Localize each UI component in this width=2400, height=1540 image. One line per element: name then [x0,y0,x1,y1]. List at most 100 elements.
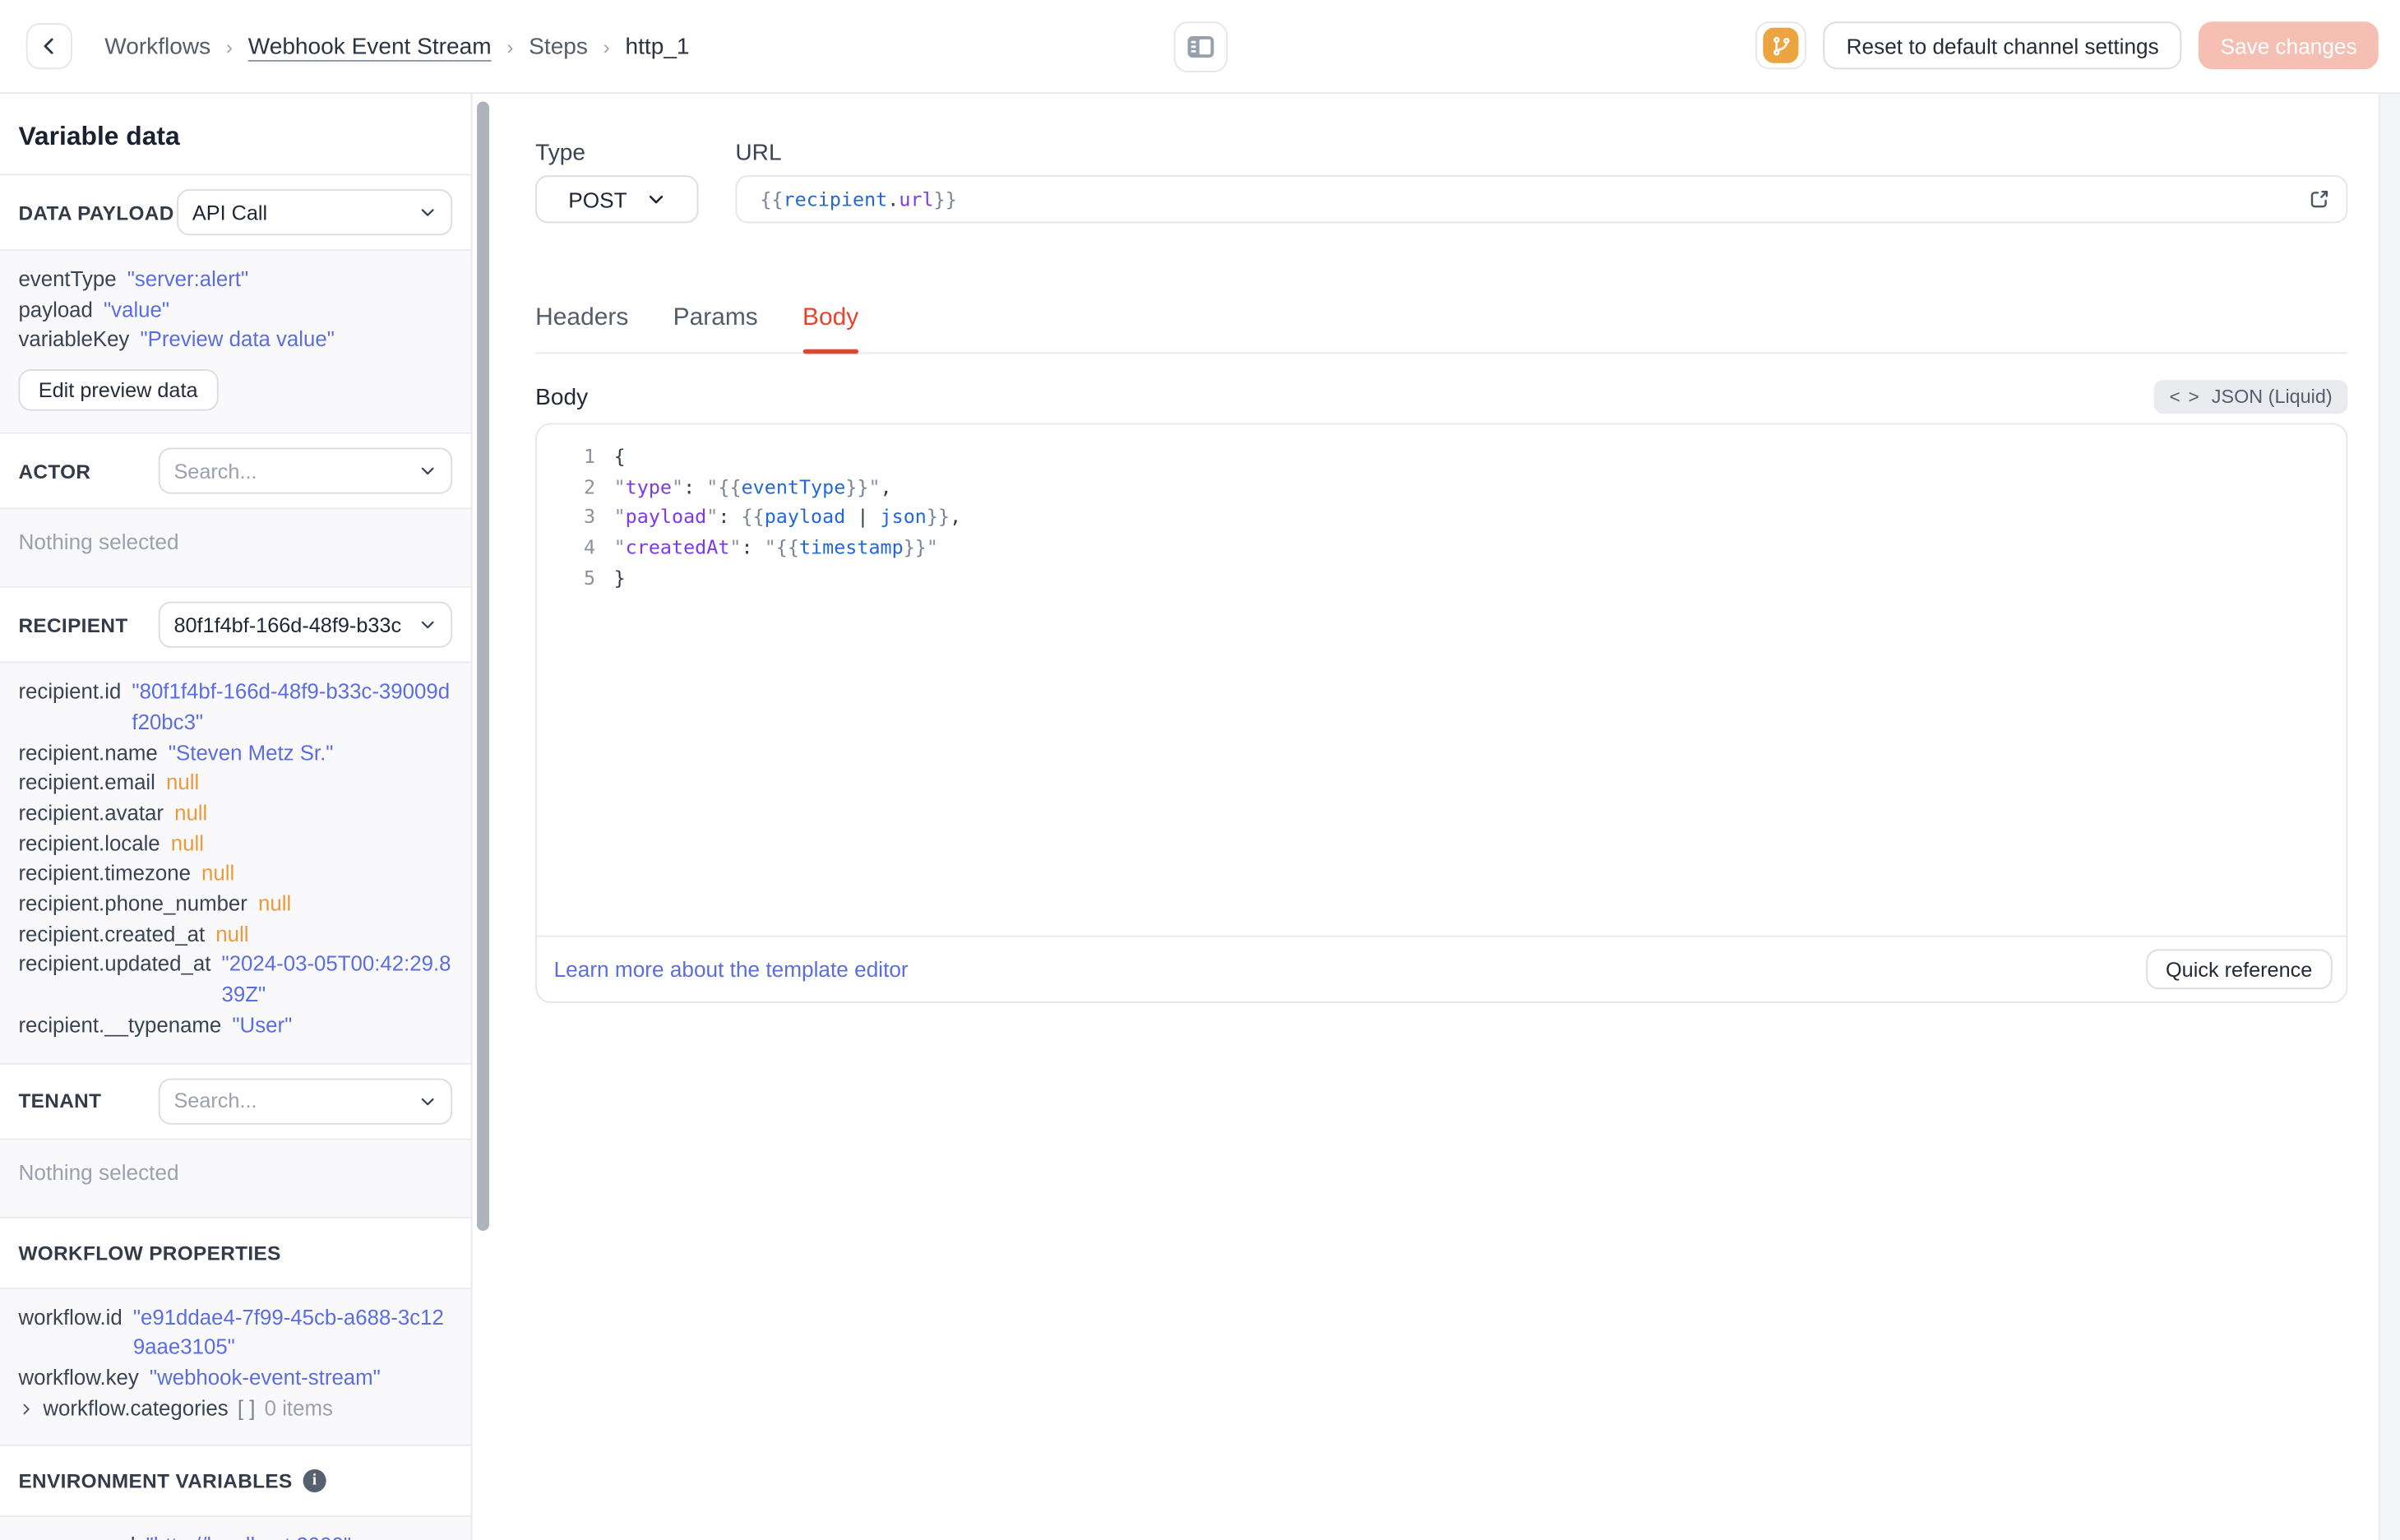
variable-value: "User" [232,1013,293,1037]
http-method-select[interactable]: POST [535,175,699,224]
main-scrollbar-track[interactable] [2378,92,2400,1540]
chevron-down-icon [418,462,437,480]
tab-headers[interactable]: Headers [535,304,628,352]
variable-value: "Steven Metz Sr." [168,740,334,765]
variable-row: eventType "server:alert" [18,265,452,295]
code-token: : [683,474,707,498]
http-step-editor: Type POST URL {{recipient.url}} Headers … [535,92,2348,1003]
preview-fields-list: eventType "server:alert" payload "value"… [18,265,452,356]
code-line-text: "type": "{{eventType}}", [614,472,892,502]
variable-row: vars.app_url "http://localhost:3000" [18,1531,452,1540]
code-line: 4 "createdAt": "{{timestamp}}" [537,533,2346,563]
recipient-label: RECIPIENT [18,613,128,636]
variable-value: "http://localhost:3000" [146,1531,351,1540]
variable-value: "Preview data value" [140,328,335,352]
commit-status-button[interactable] [1755,21,1806,70]
code-editor[interactable]: 1 { 2 "type": "{{eventType}}", 3 "payloa… [537,424,2346,935]
code-token: { [613,444,626,468]
git-branch-icon [1763,27,1799,63]
sidebar-title: Variable data [18,121,180,151]
info-icon[interactable]: i [303,1469,326,1493]
recipient-select[interactable]: 80f1f4bf-166d-48f9-b33c [158,601,453,648]
workflow-fields-list: workflow.id "e91ddae4-7f99-45cb-a688-3c1… [18,1302,452,1394]
variable-key: eventType [18,267,117,291]
variable-key: workflow.id [18,1305,123,1329]
variable-key: recipient.timezone [18,862,191,886]
sidebar-toggle-button[interactable] [1173,21,1228,72]
reset-channel-settings-button[interactable]: Reset to default channel settings [1823,21,2182,70]
code-line-text: } [614,562,626,593]
breadcrumb-workflows[interactable]: Workflows [104,33,210,59]
tab-body[interactable]: Body [802,304,860,354]
code-icon: < > [2169,386,2201,408]
code-line-text: { [614,442,626,472]
variable-value: "server:alert" [127,267,249,291]
panel-layout-icon [1186,34,1216,60]
code-token: : [741,535,765,559]
variable-value: "80f1f4bf-166d-48f9-b33c-39009df20bc3" [132,680,451,734]
type-field: Type POST [535,140,699,224]
template-editor-docs-link[interactable]: Learn more about the template editor [554,957,909,982]
edit-preview-data-button[interactable]: Edit preview data [18,369,218,411]
url-value: {{recipient.url}} [760,187,2307,210]
code-token: } [613,566,626,590]
variable-key: recipient.updated_at [18,953,211,977]
code-token: " [613,505,626,529]
line-number: 1 [584,444,596,468]
data-payload-select[interactable]: API Call [177,189,453,236]
actor-search-placeholder: Search... [173,459,257,483]
body-editor-container: 1 { 2 "type": "{{eventType}}", 3 "payloa… [535,423,2348,1003]
breadcrumb: Workflows › Webhook Event Stream › Steps… [104,0,689,92]
chevron-down-icon [418,1092,437,1110]
code-token: createdAt [625,535,730,559]
code-token: eventType [741,474,846,498]
variable-value: "2024-03-05T00:42:29.839Z" [221,953,451,1006]
code-line: 3 "payload": {{payload | json}}, [537,502,2346,533]
code-token: }} [926,505,950,529]
code-token: }} [903,535,927,559]
url-input[interactable]: {{recipient.url}} [735,175,2348,224]
tab-params[interactable]: Params [673,304,758,352]
code-token: " [706,505,719,529]
environment-variables-panel: vars.app_url "http://localhost:3000" var… [0,1517,471,1540]
workflow-categories-expander[interactable]: workflow.categories [ ] 0 items [18,1394,452,1424]
chevron-down-icon [645,189,665,209]
variable-key: workflow.categories [43,1396,229,1420]
tenant-label: TENANT [18,1089,102,1112]
actor-search-select[interactable]: Search... [158,447,453,494]
line-number: 4 [584,535,596,559]
empty-array-badge: [ ] [237,1396,256,1420]
open-external-button[interactable] [2308,187,2331,210]
tenant-row: TENANT Search... [0,1063,471,1138]
actor-row: ACTOR Search... [0,433,471,508]
quick-reference-button[interactable]: Quick reference [2145,949,2333,990]
external-link-icon [2308,187,2331,210]
url-field: URL {{recipient.url}} [735,140,2348,224]
environment-variables-heading: ENVIRONMENT VARIABLES i [0,1447,471,1516]
code-token: , [880,474,892,498]
variable-key: recipient.id [18,680,122,704]
editor-footer: Learn more about the template editor Qui… [537,935,2347,1001]
recipient-row: RECIPIENT 80f1f4bf-166d-48f9-b33c [0,587,471,662]
chevron-down-icon [418,203,437,221]
chevron-down-icon [418,616,437,634]
breadcrumb-workflow-name[interactable]: Webhook Event Stream [248,33,492,59]
sidebar-scrollbar-thumb[interactable] [477,101,490,1231]
code-token: payload [764,505,846,529]
chevron-right-icon [18,1401,34,1417]
breadcrumb-separator: › [506,35,514,58]
variable-data-sidebar: Variable data DATA PAYLOAD API Call even… [0,92,473,1540]
chevron-left-icon [39,35,60,57]
code-token: " [613,535,626,559]
save-changes-button[interactable]: Save changes [2199,21,2379,70]
code-token: " [764,535,776,559]
code-token: {{ [775,535,799,559]
back-button[interactable] [25,23,72,70]
variable-value: null [215,923,249,946]
variable-value: null [170,831,204,855]
variable-row: recipient.avatar null [18,798,452,829]
format-badge: < > JSON (Liquid) [2153,380,2348,414]
breadcrumb-steps[interactable]: Steps [529,33,588,59]
tenant-search-select[interactable]: Search... [158,1077,453,1124]
code-token: " [926,535,938,559]
